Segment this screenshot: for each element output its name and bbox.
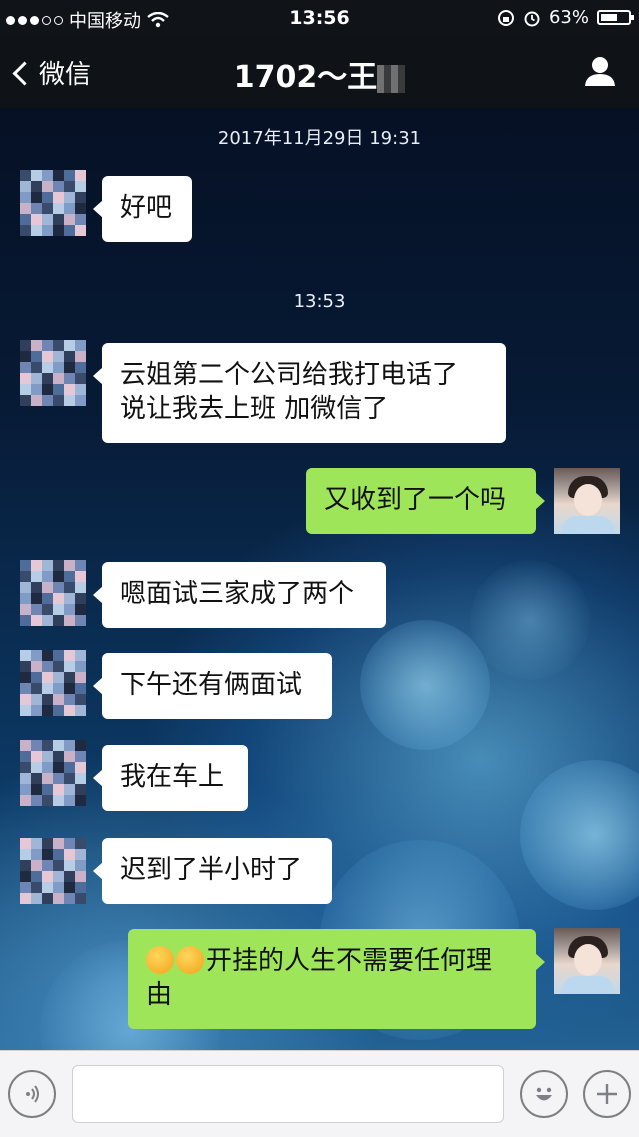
bg-orb (360, 620, 490, 750)
message-text: 迟到了半小时了 (120, 855, 303, 885)
battery-percent: 63% (548, 7, 589, 28)
blurred-name (377, 64, 406, 93)
message-bubble-incoming[interactable]: 迟到了半小时了 (93, 838, 332, 904)
message-bubble-outgoing[interactable]: 开挂的人生不需要任何理 由 (128, 929, 545, 1029)
my-avatar[interactable] (554, 928, 620, 994)
person-icon[interactable] (583, 54, 617, 88)
message-text: 嗯面试三家成了两个 (120, 579, 355, 609)
message-text-line: 云姐第二个公司给我打电话了 (120, 360, 459, 390)
grinning-face-emoji (146, 946, 174, 974)
message-text-line: 由 (146, 980, 173, 1010)
message-text-line: 开挂的人生不需要任何理 (146, 944, 518, 978)
status-bar: 中国移动 13:56 63% (0, 0, 639, 36)
message-bubble-outgoing[interactable]: 又收到了一个吗 (306, 468, 545, 534)
bg-orb (520, 760, 639, 910)
chat-title: 1702～王 (0, 52, 639, 96)
timestamp: 13:53 (293, 291, 346, 312)
contact-avatar[interactable] (20, 560, 86, 626)
battery-icon (597, 10, 634, 25)
my-avatar[interactable] (554, 468, 620, 534)
voice-icon (26, 1085, 39, 1103)
message-bubble-incoming[interactable]: 嗯面试三家成了两个 (93, 562, 386, 628)
contact-avatar[interactable] (20, 838, 86, 904)
alarm-icon (524, 11, 540, 26)
message-text: 又收到了一个吗 (324, 485, 507, 515)
message-text-line: 说让我去上班 加微信了 (120, 394, 389, 424)
message-text: 开挂的人生不需要任何理 (206, 946, 493, 976)
message-text: 我在车上 (120, 762, 225, 792)
message-input[interactable] (72, 1065, 504, 1123)
message-bubble-incoming[interactable]: 好吧 (93, 176, 192, 242)
bg-orb (470, 560, 590, 680)
grinning-face-emoji (176, 946, 204, 974)
status-right: 63% (497, 7, 634, 28)
contact-avatar[interactable] (20, 650, 86, 716)
contact-avatar[interactable] (20, 170, 86, 236)
timestamp: 2017年11月29日 19:31 (217, 128, 422, 149)
nav-bar: 微信 1702～王 (0, 36, 639, 108)
rotation-lock-icon (497, 9, 514, 26)
more-button[interactable] (583, 1070, 631, 1118)
voice-button[interactable] (8, 1070, 56, 1118)
contact-avatar[interactable] (20, 340, 86, 406)
message-bubble-incoming[interactable]: 下午还有俩面试 (93, 653, 332, 719)
plus-icon (597, 1084, 617, 1104)
message-text: 下午还有俩面试 (120, 670, 303, 700)
message-bubble-incoming[interactable]: 云姐第二个公司给我打电话了 说让我去上班 加微信了 (93, 343, 506, 443)
message-bubble-incoming[interactable]: 我在车上 (93, 745, 248, 811)
message-text: 好吧 (120, 193, 173, 223)
smiley-icon (536, 1087, 552, 1101)
emoji-button[interactable] (520, 1070, 568, 1118)
chat-title-text: 1702～王 (233, 60, 378, 95)
contact-avatar[interactable] (20, 740, 86, 806)
input-bar (0, 1050, 639, 1137)
